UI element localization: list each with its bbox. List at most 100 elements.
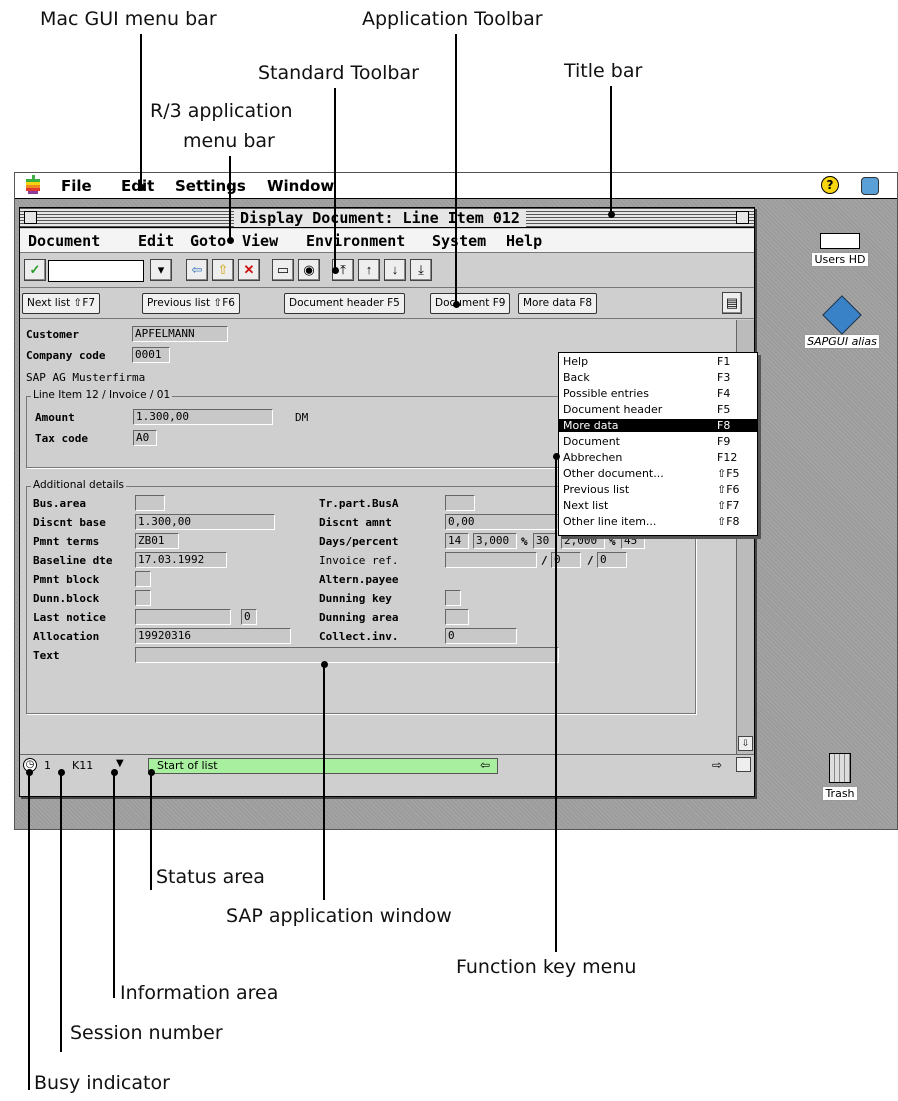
discnt-base-field[interactable]: 1.300,00	[135, 514, 275, 530]
app-switcher-icon[interactable]	[861, 177, 879, 195]
status-bar: ◷ 1 K11 ▼ Start of list ⇦ ⇨	[20, 754, 754, 776]
r3-menu-environment[interactable]: Environment	[306, 232, 405, 250]
mac-menu-file[interactable]: File	[61, 177, 92, 195]
dunning-key-field[interactable]	[445, 590, 461, 606]
fkey-menu-item[interactable]: Other document... ⇧F5	[559, 467, 757, 480]
last-page-icon[interactable]: ⤓	[410, 259, 432, 281]
fkey-item-key: F12	[717, 451, 738, 464]
callout-application-toolbar: Application Toolbar	[362, 8, 543, 30]
r3-menu-system[interactable]: System	[432, 232, 486, 250]
callout-mac-menu-bar: Mac GUI menu bar	[40, 8, 217, 30]
last-notice-count-field[interactable]: 0	[241, 609, 257, 625]
leader-status-area	[150, 772, 152, 890]
fkey-menu-item[interactable]: Help F1	[559, 355, 757, 368]
r3-menu-view[interactable]: View	[242, 232, 278, 250]
fkey-menu-item[interactable]: Document F9	[559, 435, 757, 448]
invoice-ref-v2-field[interactable]: 0	[597, 552, 627, 568]
fkey-menu-item-selected[interactable]: More data F8	[559, 419, 757, 432]
close-box-icon[interactable]	[24, 211, 37, 224]
fkey-menu-item[interactable]: Other line item... ⇧F8	[559, 515, 757, 528]
leader-application-toolbar	[455, 34, 457, 304]
fkey-item-label: Document	[563, 435, 620, 448]
r3-menu-help[interactable]: Help	[506, 232, 542, 250]
more-data-button[interactable]: More data F8	[518, 293, 598, 314]
leader-dot	[138, 184, 145, 191]
pmnt-block-label: Pmnt block	[33, 573, 100, 586]
callout-sap-window: SAP application window	[226, 905, 452, 927]
days2-field[interactable]: 30	[533, 533, 557, 549]
dunn-block-field[interactable]	[135, 590, 151, 606]
fkey-menu-item[interactable]: Previous list ⇧F6	[559, 483, 757, 496]
information-dropdown-icon[interactable]: ▼	[116, 758, 124, 769]
document-header-button[interactable]: Document header F5	[284, 293, 405, 314]
find-icon[interactable]: ◉	[298, 259, 320, 281]
mac-menu-settings[interactable]: Settings	[175, 177, 246, 195]
text-field[interactable]	[135, 647, 559, 663]
leader-title-bar	[610, 86, 612, 214]
customer-field[interactable]: APFELMANN	[132, 326, 228, 342]
pct1-field[interactable]: 3,000	[473, 533, 517, 549]
fkey-item-key: ⇧F6	[717, 483, 740, 496]
fkey-item-label: Abbrechen	[563, 451, 623, 464]
enter-check-icon[interactable]: ✓	[24, 259, 46, 281]
horizontal-scroll-left-icon[interactable]: ⇦	[480, 758, 490, 772]
apple-icon[interactable]	[25, 175, 41, 195]
fkey-menu-item[interactable]: Abbrechen F12	[559, 451, 757, 464]
baseline-dte-field[interactable]: 17.03.1992	[135, 552, 227, 568]
zoom-box-icon[interactable]	[736, 211, 749, 224]
previous-page-icon[interactable]: ↑	[358, 259, 380, 281]
tr-part-busa-field[interactable]	[445, 495, 475, 511]
last-notice-label: Last notice	[33, 611, 106, 624]
back-icon[interactable]: ⇦	[186, 259, 208, 281]
dunning-area-field[interactable]	[445, 609, 469, 625]
amount-field[interactable]: 1.300,00	[133, 409, 273, 425]
bus-area-field[interactable]	[135, 495, 165, 511]
days-percent-label: Days/percent	[319, 535, 399, 548]
callout-function-key-menu: Function key menu	[456, 956, 637, 978]
last-notice-field[interactable]	[135, 609, 231, 625]
users-hd-disk[interactable]: Users HD	[805, 233, 875, 267]
tax-code-field[interactable]: A0	[133, 430, 157, 446]
invoice-ref-slash2: /	[587, 554, 594, 567]
pmnt-terms-field[interactable]: ZB01	[135, 533, 179, 549]
dunning-area-label: Dunning area	[319, 611, 399, 624]
horizontal-scroll-right-icon[interactable]: ⇨	[712, 758, 722, 772]
collect-inv-field[interactable]: 0	[445, 628, 517, 644]
leader-busy-indicator	[28, 772, 30, 1090]
baseline-dte-label: Baseline dte	[33, 554, 113, 567]
next-page-icon[interactable]: ↓	[384, 259, 406, 281]
r3-menu-edit[interactable]: Edit	[138, 232, 174, 250]
document-button[interactable]: Document F9	[430, 293, 511, 314]
fkey-menu-item[interactable]: Possible entries F4	[559, 387, 757, 400]
r3-menu-document[interactable]: Document	[28, 232, 100, 250]
r3-menu-goto[interactable]: Goto	[190, 232, 226, 250]
fkey-menu-item[interactable]: Document header F5	[559, 403, 757, 416]
sapgui-alias[interactable]: SAPGUI alias	[797, 295, 887, 349]
leader-dot	[453, 301, 460, 308]
allocation-field[interactable]: 19920316	[135, 628, 291, 644]
altern-payee-label: Altern.payee	[319, 573, 399, 586]
command-field[interactable]	[48, 260, 144, 282]
command-history-icon[interactable]: ▾	[150, 259, 172, 281]
print-icon[interactable]: ▭	[272, 259, 294, 281]
previous-list-button[interactable]: Previous list ⇧F6	[142, 293, 240, 314]
information-area[interactable]: K11	[72, 759, 93, 772]
trash-can[interactable]: Trash	[815, 753, 865, 801]
function-key-menu-icon[interactable]: ▤	[722, 292, 742, 314]
leader-mac-menu-bar	[140, 34, 142, 187]
company-code-field[interactable]: 0001	[132, 347, 170, 363]
help-balloon-icon[interactable]: ?	[821, 176, 839, 194]
exit-icon[interactable]: ⇧	[212, 259, 234, 281]
pmnt-block-field[interactable]	[135, 571, 151, 587]
trash-icon	[829, 753, 851, 783]
days1-field[interactable]: 14	[445, 533, 469, 549]
fkey-menu-item[interactable]: Back F3	[559, 371, 757, 384]
cancel-icon[interactable]: ✕	[238, 259, 260, 281]
mac-menu-window[interactable]: Window	[267, 177, 334, 195]
scroll-down-icon[interactable]: ⇩	[738, 736, 753, 751]
invoice-ref-field[interactable]	[445, 552, 537, 568]
next-list-button[interactable]: Next list ⇧F7	[22, 293, 101, 314]
resize-grip-icon[interactable]	[736, 757, 751, 772]
title-bar[interactable]: Display Document: Line Item 012	[20, 208, 754, 228]
fkey-menu-item[interactable]: Next list ⇧F7	[559, 499, 757, 512]
